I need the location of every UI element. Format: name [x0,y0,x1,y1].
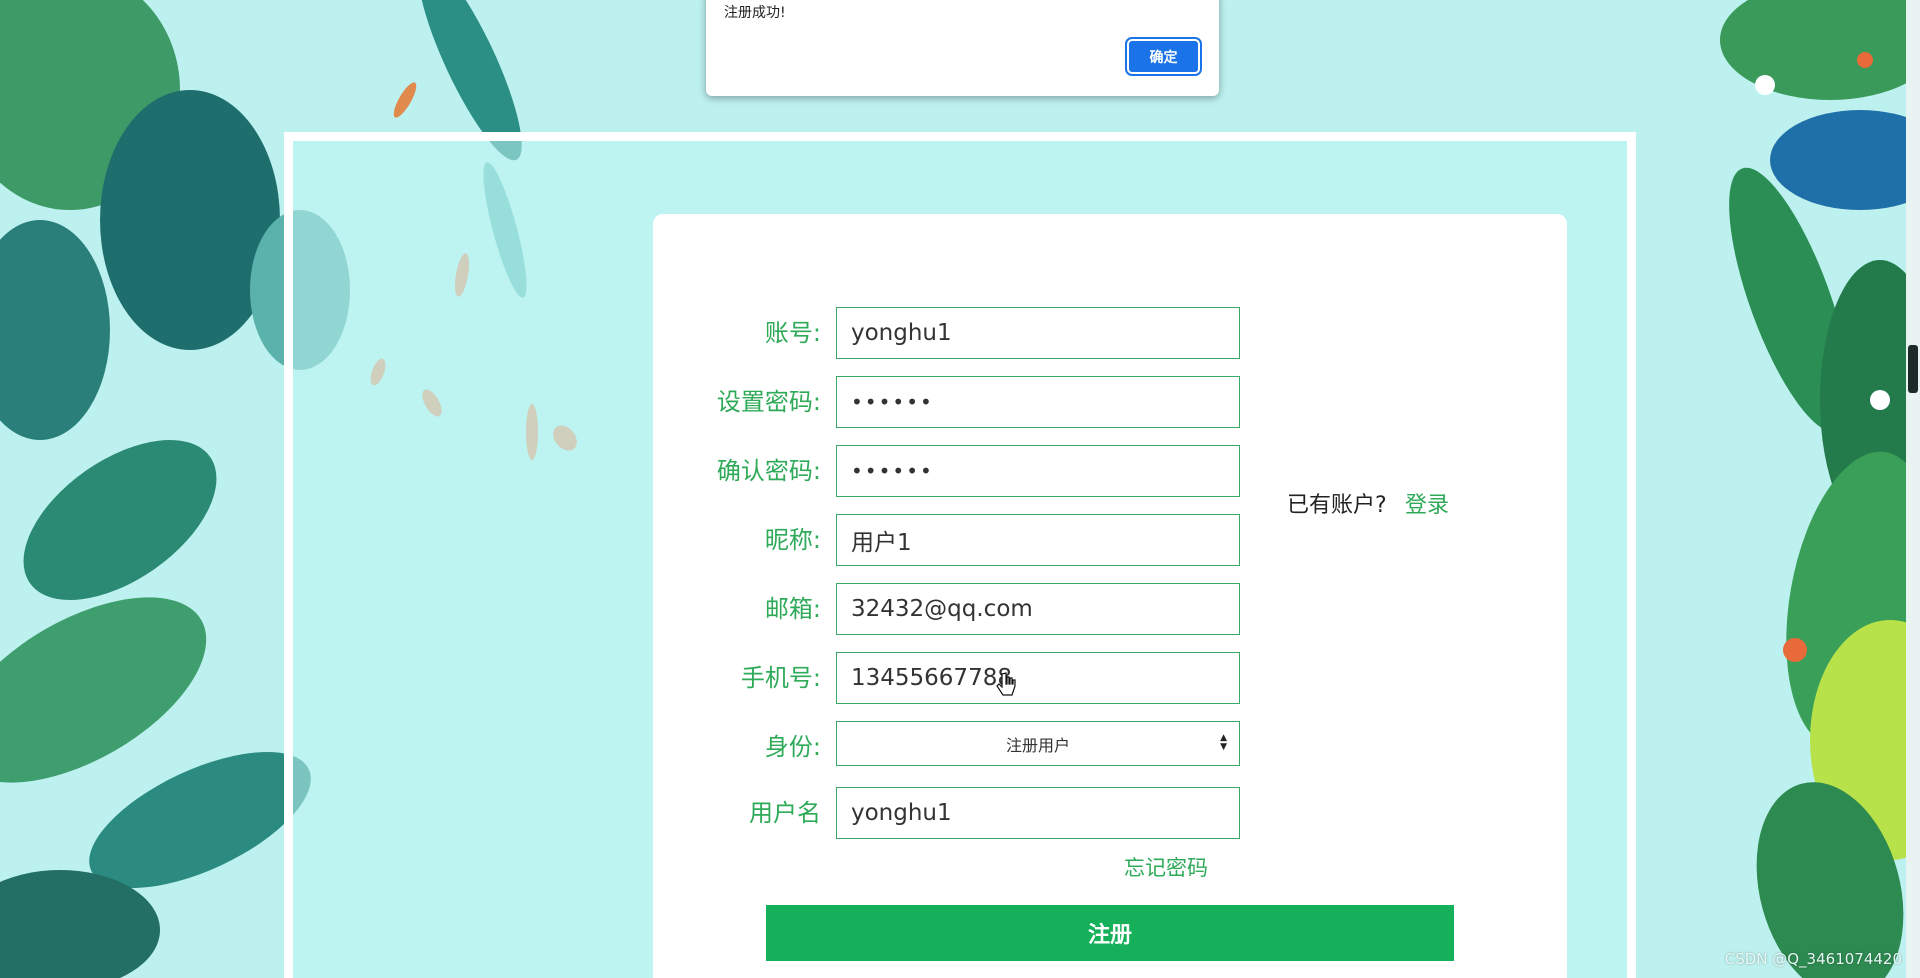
nickname-label: 昵称: [764,526,821,554]
alert-dialog: 注册成功! 确定 [706,0,1219,96]
nickname-input[interactable]: 用户1 [836,514,1240,566]
username-row: 用户名 yonghu1 [653,787,1353,839]
nickname-row: 昵称: 用户1 [653,514,1353,566]
confirm-password-input[interactable]: •••••• [836,445,1240,497]
select-arrows-icon: ▲ ▼ [1220,733,1227,752]
identity-row: 身份: 注册用户 ▲ ▼ [653,721,1353,773]
register-button[interactable]: 注册 [766,905,1454,961]
account-row: 账号: yonghu1 [653,307,1353,359]
username-label: 用户名 [749,799,821,827]
email-label: 邮箱: [764,595,821,623]
hand-cursor-icon [996,672,1016,696]
forgot-password-link[interactable]: 忘记密码 [1124,852,1208,882]
watermark: CSDN @Q_3461074420 [1724,950,1902,968]
phone-input[interactable]: 13455667788 [836,652,1240,704]
account-label: 账号: [764,319,821,347]
identity-label: 身份: [764,733,821,761]
password-label: 设置密码: [716,388,821,416]
account-input[interactable]: yonghu1 [836,307,1240,359]
scrollbar[interactable] [1906,0,1920,978]
confirm-password-row: 确认密码: •••••• [653,445,1353,497]
alert-ok-button[interactable]: 确定 [1125,37,1202,76]
confirm-password-label: 确认密码: [716,457,821,485]
email-input[interactable]: 32432@qq.com [836,583,1240,635]
identity-select-value: 注册用户 [1005,735,1070,755]
login-link[interactable]: 登录 [1405,487,1449,519]
have-account-text: 已有账户? [1287,493,1387,518]
scrollbar-handle[interactable] [1908,345,1918,393]
identity-select[interactable]: 注册用户 ▲ ▼ [836,721,1240,766]
alert-message: 注册成功! [724,5,786,21]
password-input[interactable]: •••••• [836,376,1240,428]
password-row: 设置密码: •••••• [653,376,1353,428]
phone-label: 手机号: [740,664,821,692]
email-row: 邮箱: 32432@qq.com [653,583,1353,635]
username-input[interactable]: yonghu1 [836,787,1240,839]
